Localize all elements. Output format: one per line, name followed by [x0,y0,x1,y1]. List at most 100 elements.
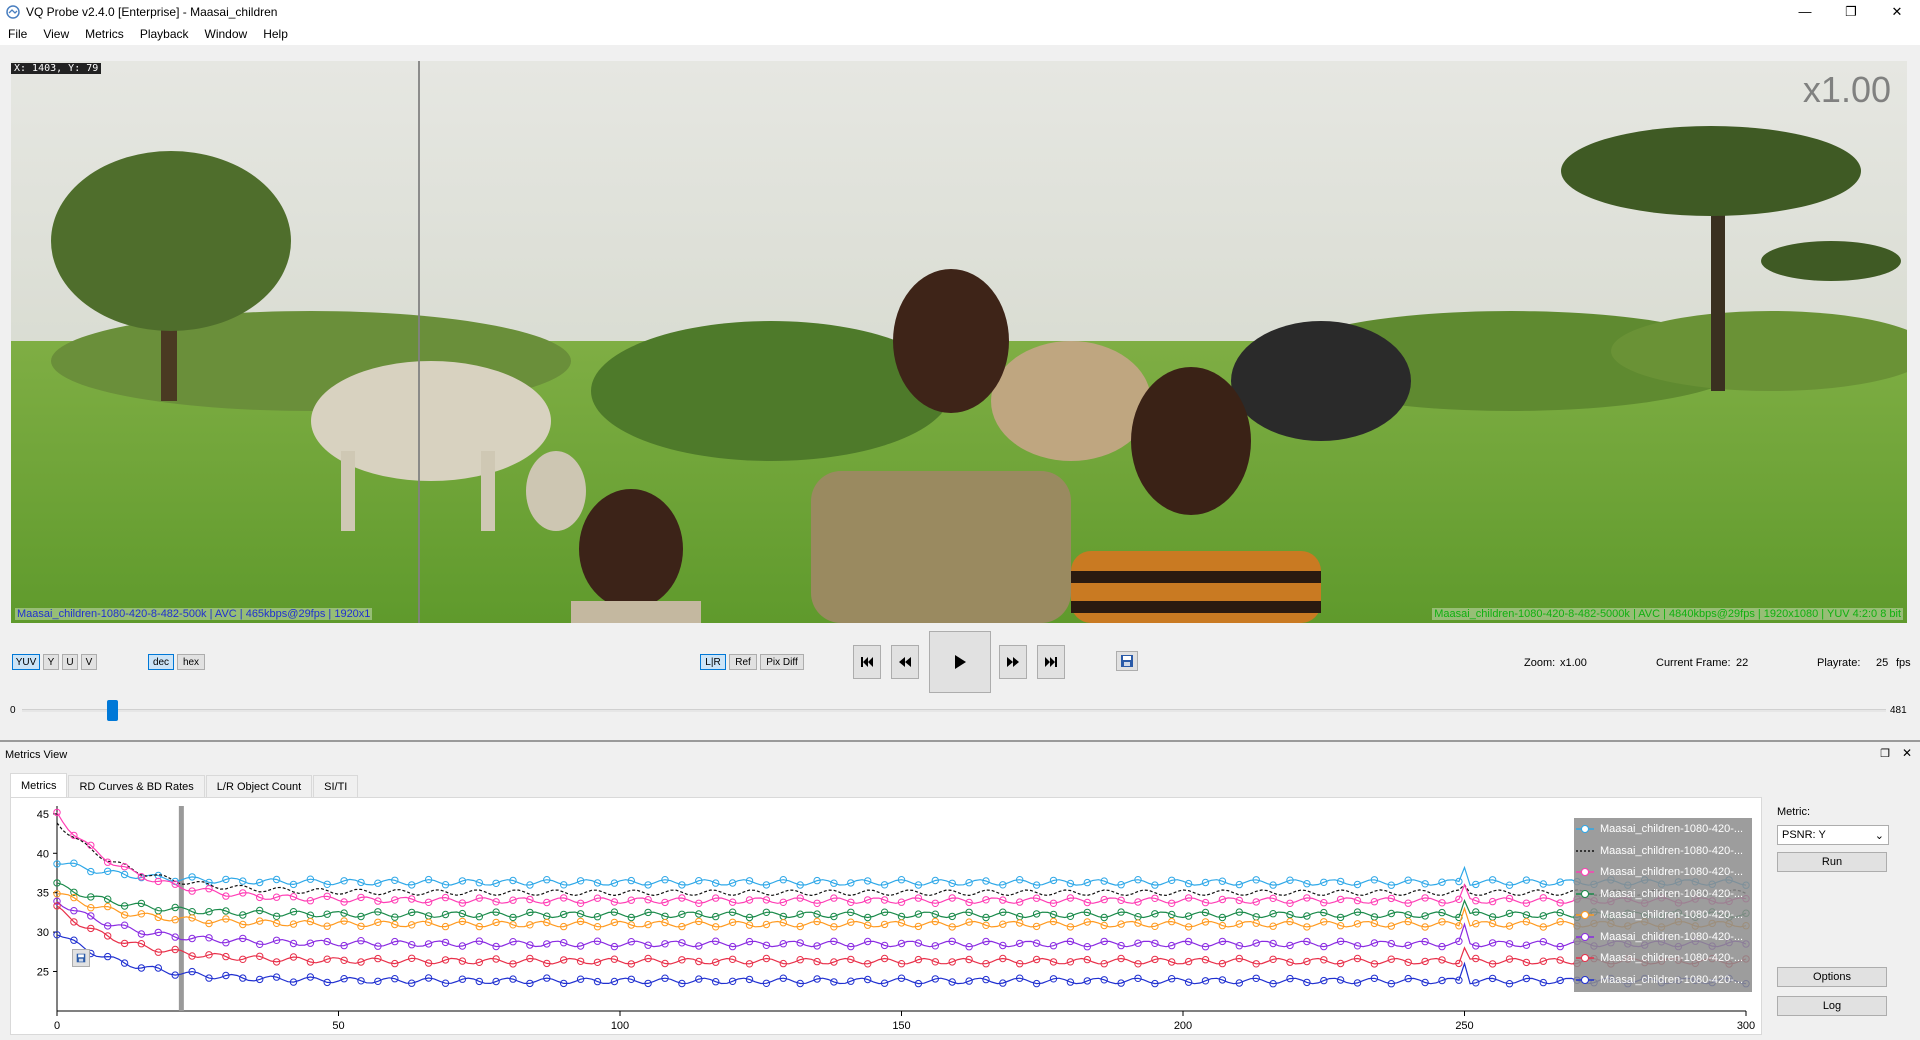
right-stream-info: Maasai_children-1080-420-8-482-5000k | A… [1432,608,1903,620]
close-panel-icon[interactable]: ✕ [1902,746,1912,760]
legend-label: Maasai_children-1080-420-... [1600,909,1744,921]
video-viewport[interactable]: X: 1403, Y: 79 x1.00 Maasai_children-108… [11,61,1907,623]
play-icon [955,655,966,669]
tab-si-ti[interactable]: SI/TI [313,775,359,797]
legend-item: Maasai_children-1080-420-... [1574,861,1752,883]
metrics-view-title: Metrics View [5,749,68,761]
hex-format-button[interactable]: hex [177,654,205,670]
title-bar: VQ Probe v2.4.0 [Enterprise] - Maasai_ch… [0,0,1920,23]
legend-swatch [1576,932,1594,941]
x-tick-label: 300 [1737,1020,1755,1032]
series-line [56,812,1747,904]
dec-format-button[interactable]: dec [148,654,174,670]
channel-v-button[interactable]: V [81,654,97,670]
metric-select[interactable]: PSNR: Y ⌄ [1777,825,1889,845]
play-button[interactable] [929,631,991,693]
save-frame-button[interactable] [1116,651,1138,671]
frame-slider-thumb[interactable] [107,700,118,721]
legend-swatch [1576,954,1594,962]
y-tick-label: 25 [37,966,49,978]
ref-mode-button[interactable]: Ref [729,654,757,670]
save-icon [76,953,86,963]
x-tick-label: 50 [332,1020,344,1032]
menu-file[interactable]: File [0,27,35,41]
tab-rd-curves[interactable]: RD Curves & BD Rates [68,775,205,797]
video-frame-image [11,61,1907,623]
step-back-button[interactable] [891,645,919,679]
rewind-icon [899,657,911,667]
legend-swatch [1576,889,1594,898]
tab-metrics[interactable]: Metrics [10,773,68,797]
fast-forward-icon [1007,657,1019,667]
current-frame-label: Current Frame: [1656,657,1731,669]
panel-splitter[interactable] [0,740,1920,742]
zoom-label: Zoom: [1524,657,1556,669]
x-tick-label: 0 [54,1020,60,1032]
close-button[interactable]: ✕ [1874,0,1920,23]
x-tick-label: 100 [611,1020,629,1032]
menu-playback[interactable]: Playback [132,27,197,41]
legend-swatch [1576,975,1594,984]
frame-slider-track[interactable] [22,709,1886,712]
last-frame-button[interactable] [1037,645,1065,679]
legend-item: Maasai_children-1080-420-... [1574,883,1752,905]
save-chart-button[interactable] [72,949,90,967]
legend-item: Maasai_children-1080-420-... [1574,926,1752,948]
minimize-button[interactable]: — [1782,0,1828,23]
legend-swatch [1576,868,1594,876]
metrics-chart-panel[interactable]: 25 30 35 40 45 0 50 100 150 200 250 300 [10,797,1762,1035]
legend-label: Maasai_children-1080-420-... [1600,823,1744,835]
channel-y-button[interactable]: Y [43,654,59,670]
x-tick-label: 200 [1174,1020,1192,1032]
metrics-tab-bar: Metrics RD Curves & BD Rates L/R Object … [10,773,359,797]
legend-item: Maasai_children-1080-420-... [1574,818,1752,840]
legend-label: Maasai_children-1080-420-... [1600,887,1744,900]
legend-item: Maasai_children-1080-420-... [1574,947,1752,969]
tab-lr-object-count[interactable]: L/R Object Count [205,775,313,797]
legend-swatch [1576,911,1594,919]
legend-swatch [1576,825,1594,833]
menu-help[interactable]: Help [255,27,296,41]
lr-mode-button[interactable]: L|R [700,654,726,670]
x-tick-label: 250 [1455,1020,1473,1032]
menu-view[interactable]: View [35,27,77,41]
playrate-unit: fps [1896,657,1911,669]
slider-min: 0 [10,705,16,716]
x-tick-label: 150 [892,1020,910,1032]
skip-first-icon [861,657,873,667]
step-forward-button[interactable] [999,645,1027,679]
slider-max: 481 [1890,705,1907,716]
save-icon [1121,655,1133,667]
series-line [56,822,1747,897]
metric-select-value: PSNR: Y [1782,829,1826,841]
psnr-chart[interactable]: 25 30 35 40 45 0 50 100 150 200 250 300 [11,798,1761,1034]
cursor-coordinates: X: 1403, Y: 79 [11,63,102,74]
menu-window[interactable]: Window [197,27,256,41]
current-frame-value: 22 [1736,657,1749,669]
zoom-overlay: x1.00 [1802,69,1891,110]
chevron-down-icon: ⌄ [1874,829,1884,842]
float-panel-icon[interactable]: ❐ [1880,747,1890,760]
legend-label: Maasai_children-1080-420-... [1600,930,1744,943]
metric-label: Metric: [1777,806,1810,818]
legend-label: Maasai_children-1080-420-... [1600,844,1744,857]
channel-yuv-button[interactable]: YUV [12,654,40,670]
window-title: VQ Probe v2.4.0 [Enterprise] - Maasai_ch… [26,4,278,19]
legend-label: Maasai_children-1080-420-... [1600,952,1744,964]
legend-item: Maasai_children-1080-420-... [1574,969,1752,991]
first-frame-button[interactable] [853,645,881,679]
playrate-label: Playrate: [1817,657,1861,669]
restore-button[interactable]: ❐ [1828,0,1874,23]
options-button[interactable]: Options [1777,967,1887,987]
left-stream-info: Maasai_children-1080-420-8-482-500k | AV… [15,608,373,620]
pixdiff-mode-button[interactable]: Pix Diff [760,654,804,670]
log-button[interactable]: Log [1777,996,1887,1016]
run-button[interactable]: Run [1777,852,1887,872]
legend-item: Maasai_children-1080-420-... [1574,840,1752,862]
channel-u-button[interactable]: U [62,654,78,670]
legend-label: Maasai_children-1080-420-... [1600,866,1744,878]
menu-metrics[interactable]: Metrics [77,27,132,41]
legend-label: Maasai_children-1080-420-... [1600,973,1744,986]
split-divider[interactable] [418,61,420,623]
y-tick-label: 30 [37,927,49,939]
